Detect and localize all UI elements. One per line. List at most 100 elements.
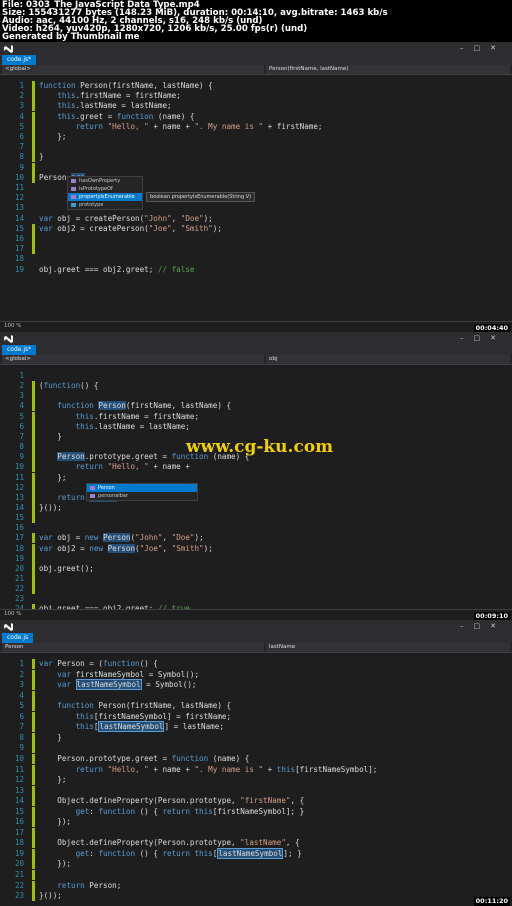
code-line[interactable]: 3	[0, 391, 512, 402]
code-line[interactable]: 11 };	[0, 472, 512, 483]
code-line[interactable]: 22 return Person;	[0, 880, 512, 891]
scope-dropdown[interactable]: <global>	[2, 355, 264, 364]
member-dropdown[interactable]: lastName	[266, 643, 510, 652]
code-line[interactable]: 15 var obj2 = createPerson("Joe", "Smith"…	[0, 223, 512, 234]
code-line[interactable]: 3 var lastNameSymbol = Symbol();	[0, 679, 512, 691]
code-line[interactable]: 19	[0, 553, 512, 564]
code-text: };	[39, 775, 67, 785]
code-line[interactable]: 15	[0, 513, 512, 524]
code-line[interactable]: 5 this.firstName = firstName;	[0, 411, 512, 422]
code-line[interactable]: 18	[0, 254, 512, 264]
code-line[interactable]: 8}	[0, 152, 512, 163]
code-line[interactable]: 18 var obj2 = new Person("Joe", "Smith");	[0, 543, 512, 554]
member-dropdown[interactable]: Person(firstName, lastName)	[266, 65, 510, 74]
intellisense-list[interactable]: Person personalbar	[86, 483, 198, 501]
code-line[interactable]: 4 this.greet = function (name) {	[0, 111, 512, 122]
code-line[interactable]: 1 var Person = (function() {	[0, 659, 512, 669]
code-line[interactable]: 23}());	[0, 891, 512, 902]
code-line[interactable]: 19 get: function () { return this[lastNa…	[0, 847, 512, 859]
code-editor[interactable]: 1 var Person = (function() {2 var firstNa…	[0, 653, 512, 902]
code-text: this[lastNameSymbol] = lastName;	[75, 721, 224, 733]
code-line[interactable]: 23	[0, 594, 512, 604]
code-line[interactable]: 4	[0, 690, 512, 701]
code-line[interactable]: 14 var obj = createPerson("John", "Doe");	[0, 214, 512, 224]
line-number: 1	[19, 659, 24, 668]
line-number: 18	[14, 254, 24, 264]
code-line[interactable]: 1	[0, 371, 512, 381]
zoom-level[interactable]: 100 %	[4, 322, 21, 330]
code-line[interactable]: 9	[0, 162, 512, 173]
code-line[interactable]: 14 Object.defineProperty(Person.prototyp…	[0, 796, 512, 807]
code-line[interactable]: 10 Person.prototype.greet = function (na…	[0, 753, 512, 764]
code-line[interactable]: 16	[0, 234, 512, 244]
code-line[interactable]: 6 this[firstNameSymbol] = firstName;	[0, 711, 512, 722]
code-text: }	[39, 732, 62, 742]
line-number: 2	[19, 91, 24, 101]
code-line[interactable]: 7	[0, 142, 512, 153]
code-line[interactable]: 11 return "Hello, " + name + ". My name …	[0, 764, 512, 775]
tab-code-js[interactable]: code.js	[2, 633, 34, 643]
code-line[interactable]: 5 function Person(firstName, lastName) {	[0, 701, 512, 712]
code-line[interactable]: 22	[0, 584, 512, 595]
intellisense-list[interactable]: hasOwnProperty isPrototypeOf propertyIsE…	[67, 176, 143, 210]
code-line[interactable]: 6 this.lastName = lastName;	[0, 421, 512, 432]
change-marker	[32, 401, 35, 412]
code-editor[interactable]: 1 2 (function() {3 4 function Person(firstN…	[0, 365, 512, 615]
code-line[interactable]: 8 }	[0, 732, 512, 743]
code-line[interactable]: 20 });	[0, 859, 512, 870]
tab-code-js[interactable]: code.js*	[2, 345, 37, 355]
code-line[interactable]: 9	[0, 743, 512, 754]
window-controls[interactable]: –□✕	[460, 334, 506, 342]
code-line[interactable]: 3 this.lastName = lastName;	[0, 101, 512, 112]
code-line[interactable]: 21	[0, 574, 512, 584]
change-marker	[32, 775, 35, 786]
code-line[interactable]: 2 this.firstName = firstName;	[0, 91, 512, 102]
change-marker	[32, 132, 35, 142]
code-line[interactable]: 1 function Person(firstName, lastName) {	[0, 81, 512, 91]
code-line[interactable]: 12	[0, 482, 512, 493]
line-number: 13	[14, 203, 24, 213]
completion-item[interactable]: personalbar	[87, 492, 197, 500]
code-line[interactable]: 16 });	[0, 817, 512, 828]
code-line[interactable]: 14}());	[0, 502, 512, 513]
code-line[interactable]: 17	[0, 244, 512, 255]
scope-dropdown[interactable]: Person	[2, 643, 264, 652]
code-line[interactable]: 19 obj.greet === obj2.greet; // false	[0, 265, 512, 275]
code-line[interactable]: 21	[0, 870, 512, 880]
member-dropdown[interactable]: obj	[266, 355, 510, 364]
code-line[interactable]: 18 Object.defineProperty(Person.prototyp…	[0, 838, 512, 849]
code-line[interactable]: 13	[0, 785, 512, 796]
code-line[interactable]: 5 return "Hello, " + name + ". My name i…	[0, 121, 512, 132]
line-number: 16	[14, 523, 24, 533]
code-line[interactable]: 6 };	[0, 132, 512, 142]
line-number: 13	[14, 492, 24, 502]
zoom-level[interactable]: 100 %	[4, 610, 21, 618]
window-controls[interactable]: –□✕	[460, 44, 506, 52]
code-line[interactable]: 17 var obj = new Person("John", "Doe");	[0, 533, 512, 544]
completion-item-selected[interactable]: propertyIsEnumerable	[68, 193, 142, 201]
code-line[interactable]: 2 (function() {	[0, 381, 512, 392]
code-line[interactable]: 20 obj.greet();	[0, 563, 512, 574]
tab-code-js[interactable]: code.js*	[2, 55, 37, 65]
change-marker	[32, 492, 35, 503]
code-line[interactable]: 13 return Person	[0, 492, 512, 503]
code-line[interactable]: 15 get: function () { return this[firstN…	[0, 806, 512, 817]
completion-item-selected[interactable]: Person	[87, 484, 197, 492]
line-number: 11	[14, 764, 24, 774]
code-line[interactable]: 12 };	[0, 775, 512, 786]
completion-item[interactable]: prototype	[68, 201, 142, 209]
change-marker	[32, 411, 35, 422]
completion-item[interactable]: hasOwnProperty	[68, 177, 142, 185]
code-text: return "Hello, " + name + ". My name is …	[75, 764, 378, 774]
code-line[interactable]: 4 function Person(firstName, lastName) {	[0, 401, 512, 412]
scope-dropdown[interactable]: <global>	[2, 65, 264, 74]
code-line[interactable]: 16	[0, 523, 512, 533]
window-controls[interactable]: –□✕	[460, 622, 506, 630]
code-line[interactable]: 2 var firstNameSymbol = Symbol();	[0, 669, 512, 680]
code-line[interactable]: 10 return "Hello, " + name +	[0, 462, 512, 473]
code-line[interactable]: 7 this[lastNameSymbol] = lastName;	[0, 721, 512, 733]
code-line[interactable]: 17	[0, 827, 512, 838]
line-number: 11	[14, 472, 24, 482]
completion-item[interactable]: isPrototypeOf	[68, 185, 142, 193]
code-text: Object.defineProperty(Person.prototype, …	[39, 796, 305, 806]
